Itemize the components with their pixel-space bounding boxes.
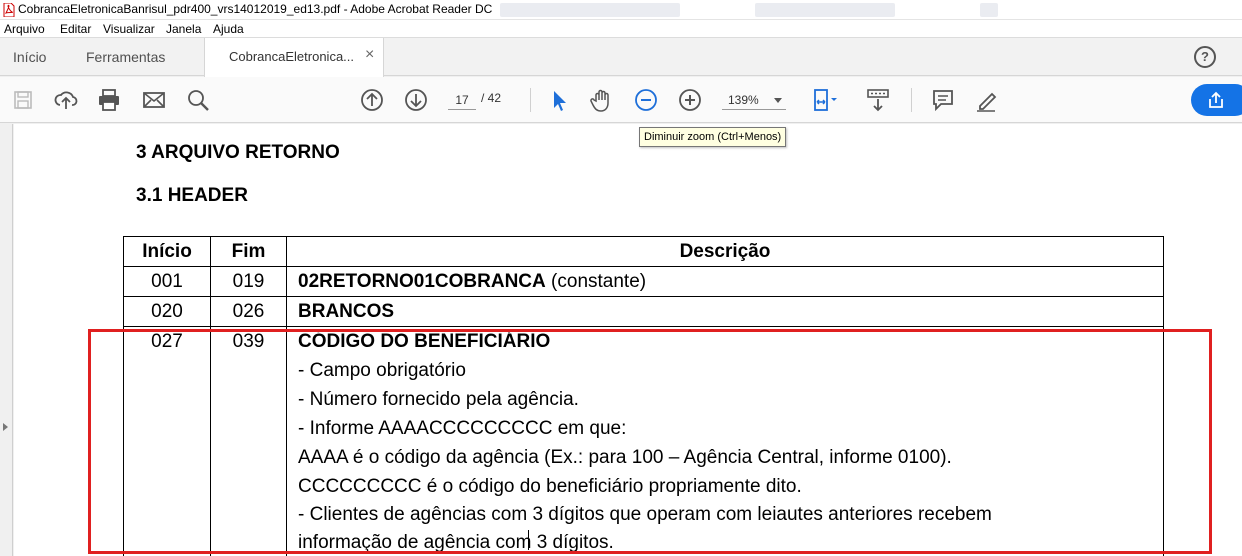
save-icon[interactable] (9, 86, 37, 114)
tab-document[interactable]: CobrancaEletronica... × (204, 38, 384, 77)
background-window-ghost (755, 3, 895, 17)
page-number-input[interactable]: 17 (448, 90, 476, 110)
toolbar: 17 / 42 139% (0, 77, 1242, 123)
table-row-start: 001 (151, 271, 183, 292)
page-up-icon[interactable] (358, 86, 386, 114)
chevron-down-icon (774, 98, 782, 103)
table-border (123, 236, 1164, 237)
mail-icon[interactable] (140, 86, 168, 114)
pdf-page: 3 ARQUIVO RETORNO 3.1 HEADER Início Fim … (14, 124, 1242, 556)
background-window-ghost (980, 3, 998, 17)
highlight-pen-icon[interactable] (972, 86, 1000, 114)
zoom-level-select[interactable]: 139% (722, 90, 786, 110)
tab-document-label: CobrancaEletronica... (229, 49, 355, 64)
menu-visualizar[interactable]: Visualizar (103, 22, 155, 36)
menu-bar: Arquivo Editar Visualizar Janela Ajuda (0, 20, 1242, 38)
menu-janela[interactable]: Janela (166, 22, 201, 36)
tab-home[interactable]: Início (13, 38, 46, 76)
subsection-heading: 3.1 HEADER (136, 185, 248, 206)
highlight-box (88, 329, 1212, 554)
tab-bar: Início Ferramentas CobrancaEletronica...… (0, 38, 1242, 77)
table-header-description: Descrição (679, 241, 771, 262)
window-title: CobrancaEletronicaBanrisul_pdr400_vrs140… (18, 2, 493, 16)
help-icon[interactable]: ? (1194, 46, 1216, 68)
table-border (123, 266, 1164, 267)
fit-page-icon[interactable] (810, 86, 838, 114)
left-panel-toggle[interactable] (0, 124, 13, 556)
table-row-start: 020 (151, 301, 183, 322)
chevron-right-icon (3, 423, 8, 431)
zoom-in-icon[interactable] (676, 86, 704, 114)
comment-icon[interactable] (929, 86, 957, 114)
share-icon (1209, 91, 1223, 108)
table-header-start: Início (142, 241, 192, 262)
table-row-end: 019 (232, 271, 265, 292)
menu-ajuda[interactable]: Ajuda (213, 22, 244, 36)
select-arrow-icon[interactable] (545, 86, 573, 114)
zoom-level-value: 139% (728, 93, 759, 107)
menu-arquivo[interactable]: Arquivo (4, 22, 45, 36)
upload-icon[interactable] (52, 86, 80, 114)
pdf-app-icon (3, 3, 15, 17)
scroll-mode-icon[interactable] (864, 86, 892, 114)
close-tab-icon[interactable]: × (365, 46, 374, 64)
zoom-out-tooltip: Diminuir zoom (Ctrl+Menos) (639, 127, 787, 147)
text-cursor (528, 530, 529, 550)
section-heading: 3 ARQUIVO RETORNO (136, 142, 340, 163)
field-note: (constante) (545, 271, 647, 292)
table-border (123, 326, 1164, 327)
page-down-icon[interactable] (402, 86, 430, 114)
menu-editar[interactable]: Editar (60, 22, 91, 36)
hand-icon[interactable] (588, 86, 616, 114)
background-window-ghost (500, 3, 680, 17)
field-name: BRANCOS (298, 301, 395, 322)
table-border (123, 296, 1164, 297)
share-button[interactable] (1191, 84, 1242, 116)
field-name: 02RETORNO01COBRANCA (298, 271, 546, 292)
zoom-out-icon[interactable] (632, 86, 660, 114)
page-total: / 42 (481, 91, 502, 105)
title-bar: CobrancaEletronicaBanrisul_pdr400_vrs140… (0, 0, 1242, 20)
search-zoom-icon[interactable] (184, 86, 212, 114)
tab-tools[interactable]: Ferramentas (86, 38, 165, 76)
toolbar-divider (911, 88, 912, 112)
table-row-description: 02RETORNO01COBRANCA (constante) (298, 271, 646, 293)
table-row-end: 026 (232, 301, 265, 322)
print-icon[interactable] (95, 86, 123, 114)
table-header-end: Fim (231, 241, 266, 262)
toolbar-divider (530, 88, 531, 112)
